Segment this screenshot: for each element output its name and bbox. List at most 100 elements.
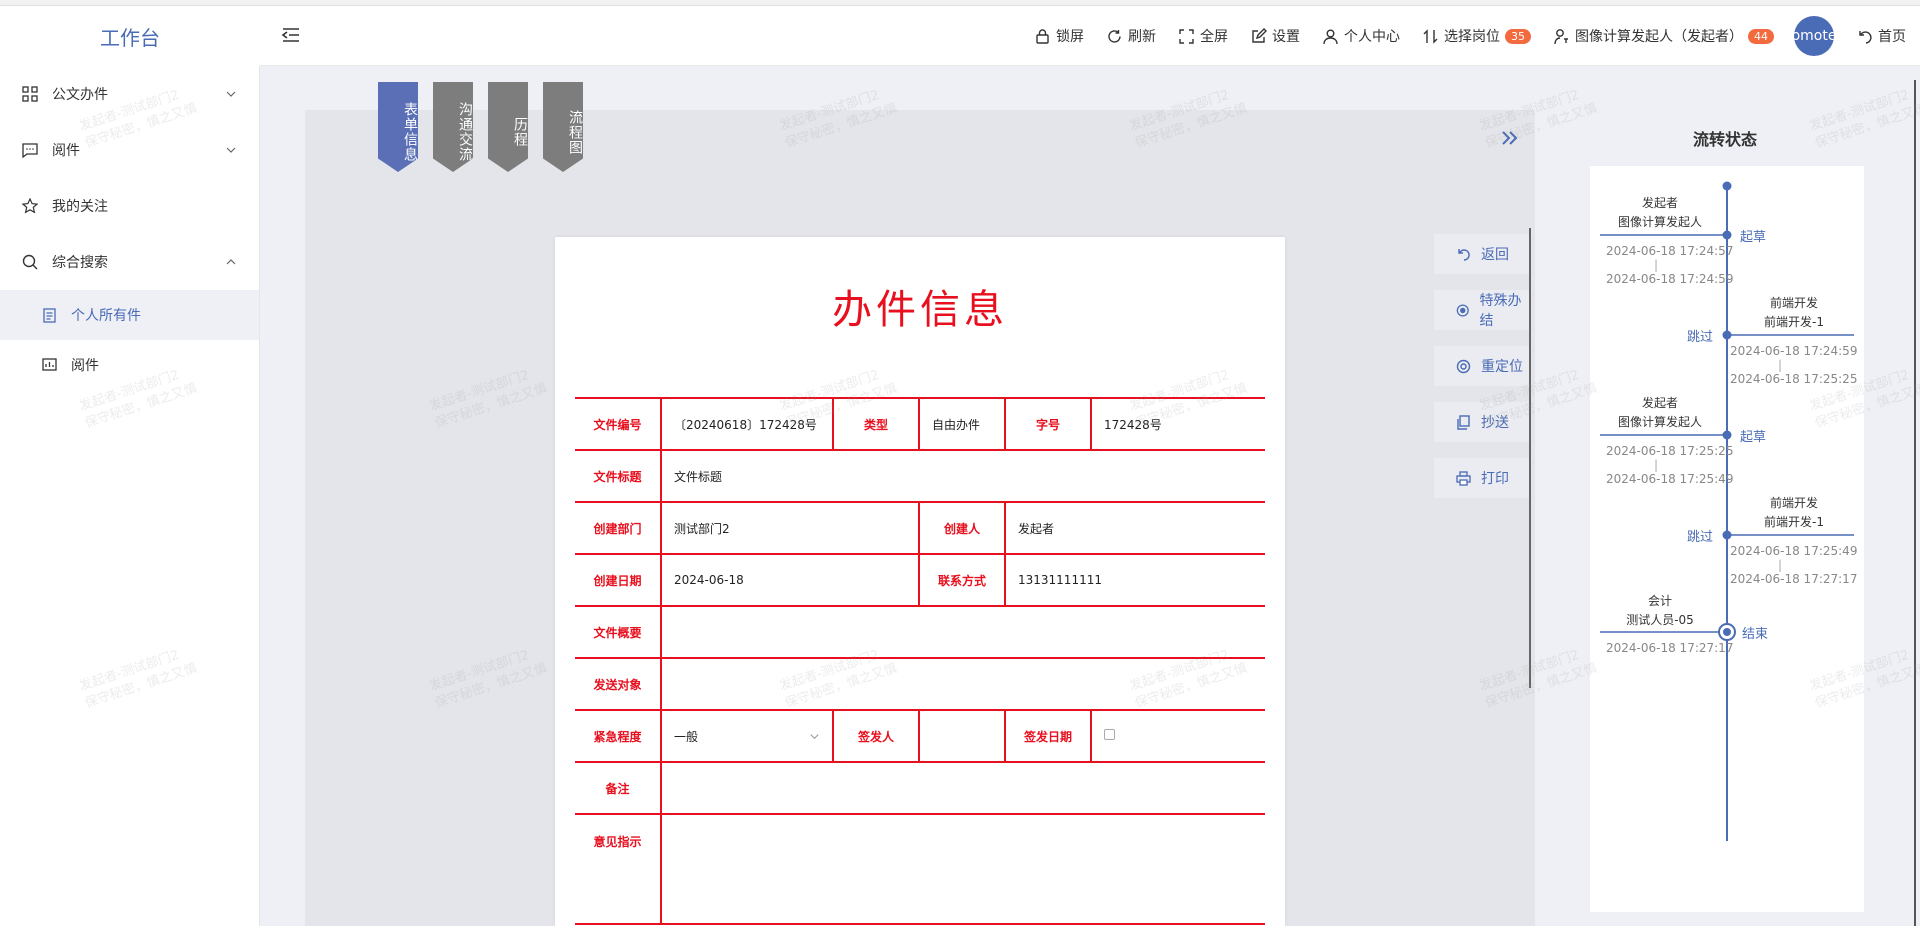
relocate-label: 重定位	[1481, 359, 1523, 375]
calendar-icon	[1104, 729, 1115, 740]
opinion-field[interactable]	[661, 813, 1265, 925]
avatar[interactable]: omote	[1794, 16, 1834, 56]
step-5-time: 2024-06-18 17:27:17	[1606, 641, 1746, 655]
refresh-button[interactable]: 刷新	[1106, 26, 1156, 46]
special-complete-label: 特殊办结	[1479, 293, 1522, 329]
signer-field[interactable]	[919, 709, 1006, 763]
app-logo[interactable]: 工作台	[100, 22, 160, 51]
home-button[interactable]: 首页	[1856, 26, 1906, 46]
chevron-down-icon	[810, 733, 819, 739]
lock-screen-button[interactable]: 锁屏	[1034, 26, 1084, 46]
copy-icon	[1457, 414, 1470, 430]
urgency-select[interactable]: 一般	[661, 709, 834, 763]
create-date-value[interactable]: 2024-06-18	[661, 553, 920, 607]
select-post-label: 选择岗位	[1444, 29, 1500, 45]
contact-value[interactable]: 13131111111	[1005, 553, 1265, 607]
sidebar-item-search[interactable]: 综合搜索	[0, 234, 259, 290]
file-no-label: 文件编号	[575, 397, 662, 451]
tab-form-info[interactable]: 表单信息	[378, 82, 418, 172]
sidebar-item-documents[interactable]: 公文办件	[0, 66, 259, 122]
remark-field[interactable]	[661, 761, 1265, 815]
sidebar-subitem-label: 个人所有件	[71, 308, 141, 324]
time-separator: |	[1653, 258, 1659, 272]
form-row: 紧急程度 一般 签发人 签发日期	[575, 709, 1265, 763]
tab-communication[interactable]: 沟通交流	[433, 82, 473, 172]
dept-value[interactable]: 测试部门2	[661, 501, 920, 555]
relocate-button[interactable]: 重定位	[1434, 346, 1530, 386]
lock-screen-label: 锁屏	[1056, 29, 1084, 45]
current-user-button[interactable]: 图像计算发起人（发起者） 44	[1553, 26, 1774, 46]
post-count-badge: 35	[1505, 28, 1531, 44]
time-separator: |	[1777, 358, 1783, 372]
remark-label: 备注	[575, 761, 662, 815]
form-row: 创建部门 测试部门2 创建人 发起者	[575, 501, 1265, 555]
sidebar-item-favorites[interactable]: 我的关注	[0, 178, 259, 234]
personal-center-button[interactable]: 个人中心	[1322, 26, 1400, 46]
message-icon	[22, 143, 38, 158]
scrollbar[interactable]	[1914, 80, 1916, 926]
settings-button[interactable]: 设置	[1250, 26, 1300, 46]
refresh-label: 刷新	[1128, 29, 1156, 45]
cc-button[interactable]: 抄送	[1434, 402, 1530, 442]
form-tabs: 表单信息 沟通交流 历程 流程图	[378, 82, 583, 172]
sign-date-field[interactable]	[1091, 709, 1265, 763]
tab-history[interactable]: 历程	[488, 82, 528, 172]
file-no-value[interactable]: 〔20240618〕172428号	[661, 397, 834, 451]
lock-icon	[1036, 28, 1049, 44]
user-key-icon	[1554, 28, 1568, 44]
step-3-role: 发起者 图像计算发起人	[1590, 394, 1730, 432]
step-4-t1: 2024-06-18 17:25:49	[1730, 544, 1858, 558]
tab-flowchart[interactable]: 流程图	[543, 82, 583, 172]
creator-label: 创建人	[919, 501, 1006, 555]
type-label: 类型	[833, 397, 920, 451]
summary-label: 文件概要	[575, 605, 662, 659]
step-4-time: 2024-06-18 17:25:49 | 2024-06-18 17:27:1…	[1730, 544, 1870, 586]
select-post-button[interactable]: 选择岗位 35	[1422, 26, 1531, 46]
return-button[interactable]: 返回	[1434, 234, 1530, 274]
creator-value[interactable]: 发起者	[1005, 501, 1265, 555]
step-1-t1: 2024-06-18 17:24:57	[1606, 244, 1734, 258]
print-button[interactable]: 打印	[1434, 458, 1530, 498]
sidebar-subitem-read[interactable]: 阅件	[0, 340, 259, 390]
sidebar-item-label: 我的关注	[52, 199, 108, 215]
step-2-time: 2024-06-18 17:24:59 | 2024-06-18 17:25:2…	[1730, 344, 1870, 386]
step-1-action: 起草	[1740, 230, 1767, 245]
grid-icon	[22, 86, 38, 102]
time-separator: |	[1653, 458, 1659, 472]
settings-label: 设置	[1272, 29, 1300, 45]
step-3-time: 2024-06-18 17:25:25 | 2024-06-18 17:25:4…	[1606, 444, 1746, 486]
sidebar-subitem-label: 阅件	[71, 358, 99, 374]
sidebar-subitem-my-files[interactable]: 个人所有件	[0, 290, 259, 340]
form-paper: 办件信息 文件编号 〔20240618〕172428号 类型 自由办件 字号 1…	[555, 237, 1285, 926]
step-3-t1: 2024-06-18 17:25:25	[1606, 444, 1734, 458]
target-icon	[1456, 359, 1471, 373]
special-complete-button[interactable]: 特殊办结	[1434, 290, 1530, 330]
sidebar-item-read[interactable]: 阅件	[0, 122, 259, 178]
send-to-label: 发送对象	[575, 657, 662, 711]
send-to-field[interactable]	[661, 657, 1265, 711]
step-3-action: 起草	[1740, 430, 1767, 445]
sidebar-item-label: 综合搜索	[52, 255, 108, 271]
file-title-field[interactable]: 文件标题	[661, 449, 1265, 503]
top-bar: 锁屏 刷新 全屏 设置 个人中心 选择岗位 35 图像计算发起人（发起者） 44	[260, 6, 1920, 66]
type-value[interactable]: 自由办件	[919, 397, 1006, 451]
urgency-select-inner: 一般	[674, 728, 820, 745]
step-3-t2: 2024-06-18 17:25:49	[1606, 472, 1734, 486]
double-chevron-right-icon[interactable]	[1500, 128, 1520, 148]
step-3-name2: 图像计算发起人	[1617, 415, 1702, 429]
step-5-t1: 2024-06-18 17:27:17	[1606, 641, 1734, 655]
form-row: 文件标题 文件标题	[575, 449, 1265, 503]
flow-title: 流转状态	[1692, 130, 1757, 149]
summary-field[interactable]	[661, 605, 1265, 659]
undo-home-icon	[1859, 30, 1872, 44]
create-date-label: 创建日期	[575, 553, 662, 607]
step-4-name1: 前端开发	[1769, 496, 1818, 510]
step-1-t2: 2024-06-18 17:24:59	[1606, 272, 1734, 286]
word-no-value[interactable]: 172428号	[1091, 397, 1265, 451]
file-title-label: 文件标题	[575, 449, 662, 503]
collapse-menu-icon[interactable]	[280, 24, 302, 46]
step-2-t1: 2024-06-18 17:24:59	[1730, 344, 1858, 358]
undo-icon	[1458, 248, 1470, 261]
time-separator: |	[1777, 558, 1783, 572]
fullscreen-button[interactable]: 全屏	[1178, 26, 1228, 46]
